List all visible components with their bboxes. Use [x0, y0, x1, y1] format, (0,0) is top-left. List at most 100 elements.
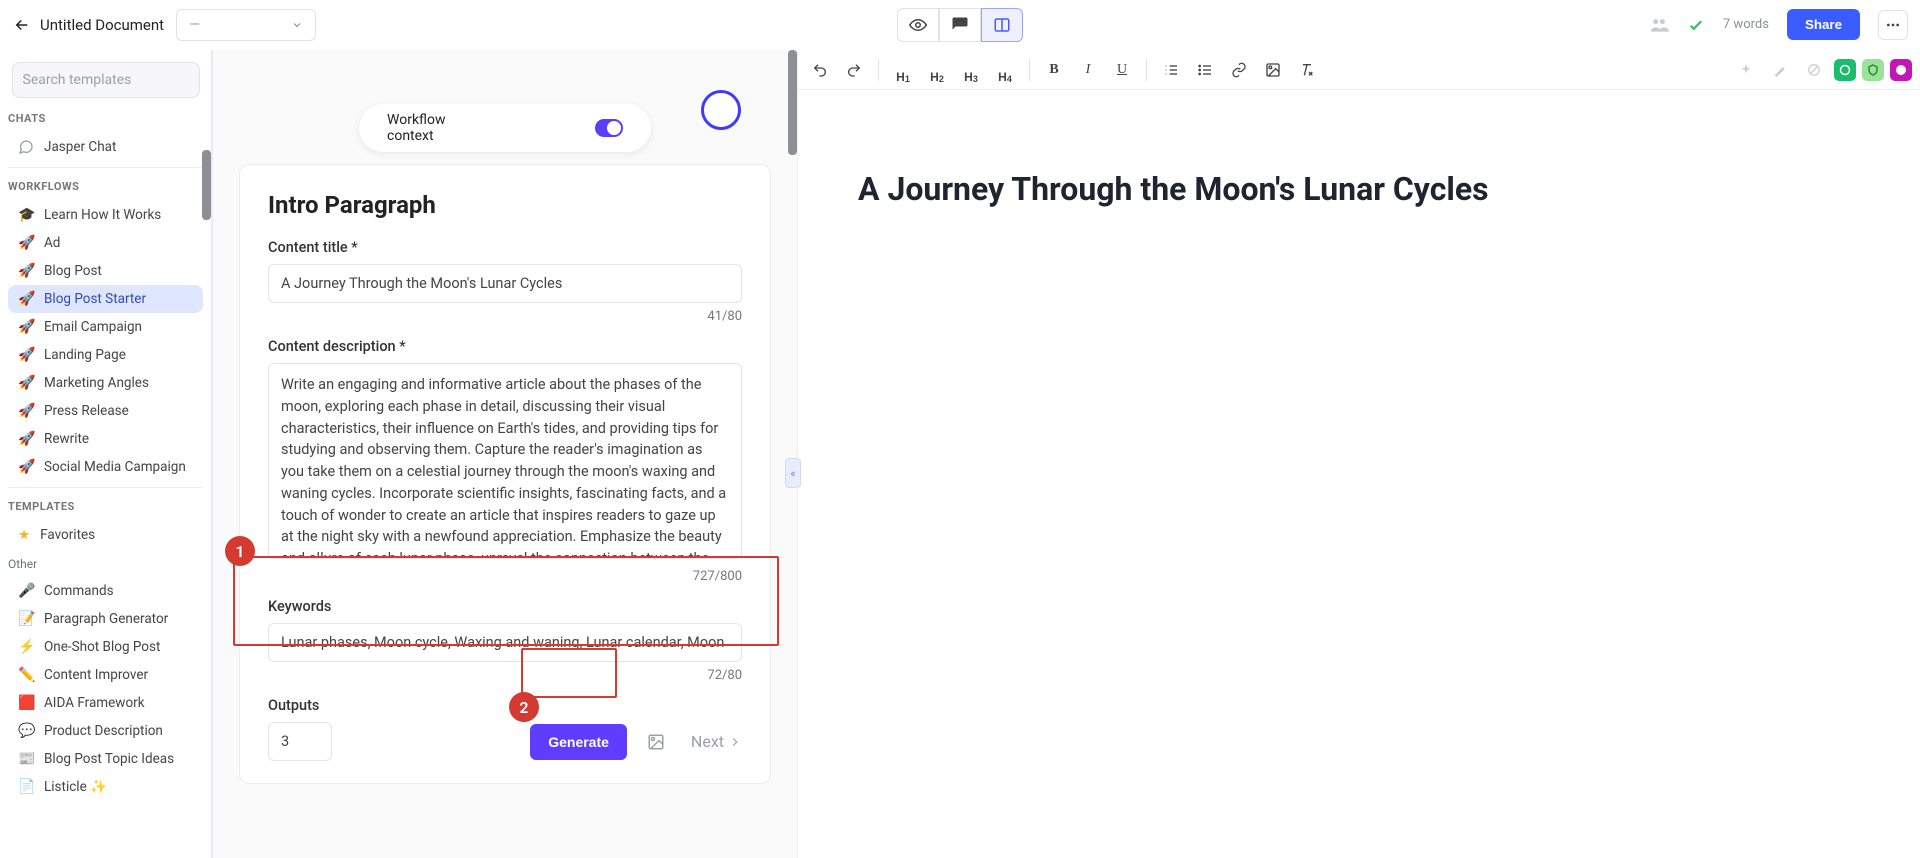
sidebar-item-listicle[interactable]: 📄Listicle ✨	[8, 773, 203, 801]
sidebar-item-improver[interactable]: ✏️Content Improver	[8, 661, 203, 689]
sidebar-scrollbar-thumb[interactable]	[202, 150, 211, 220]
h1-button[interactable]: H1	[889, 56, 917, 84]
sidebar-item-blogpost-starter[interactable]: 🚀Blog Post Starter	[8, 285, 203, 313]
sidebar-item-label: Product Description	[44, 723, 163, 739]
next-button[interactable]: Next	[691, 732, 742, 751]
jasper-chat-item[interactable]: Jasper Chat	[8, 133, 203, 161]
card-title: Intro Paragraph	[268, 191, 742, 219]
sidebar-item-label: Press Release	[44, 403, 129, 419]
plagiarism-chip[interactable]	[1862, 59, 1884, 81]
ordered-list-button[interactable]	[1157, 56, 1185, 84]
unordered-list-button[interactable]	[1191, 56, 1219, 84]
ai-tool-3[interactable]	[1800, 56, 1828, 84]
language-select[interactable]: —	[176, 9, 316, 41]
preview-mode-button[interactable]	[897, 8, 939, 42]
bolt-icon: ⚡	[18, 639, 34, 655]
picture-icon	[1265, 62, 1281, 78]
search-templates-input[interactable]: Search templates	[12, 62, 200, 98]
chevron-right-icon	[728, 735, 742, 749]
document-canvas[interactable]: A Journey Through the Moon's Lunar Cycle…	[798, 90, 1920, 858]
content-title-label: Content title *	[268, 239, 742, 256]
more-menu-button[interactable]	[1878, 10, 1908, 40]
workflows-section-label: WORKFLOWS	[8, 180, 203, 193]
ai-tool-1[interactable]	[1732, 56, 1760, 84]
underline-button[interactable]: U	[1108, 56, 1136, 84]
image-icon	[647, 733, 665, 751]
back-icon[interactable]	[12, 15, 32, 35]
sidebar-item-social[interactable]: 🚀Social Media Campaign	[8, 453, 203, 481]
sidebar-item-rewrite[interactable]: 🚀Rewrite	[8, 425, 203, 453]
sidebar-item-topic-ideas[interactable]: 📰Blog Post Topic Ideas	[8, 745, 203, 773]
sidebar-item-label: One-Shot Blog Post	[44, 639, 160, 655]
document-title[interactable]: Untitled Document	[40, 16, 164, 34]
collaborators-icon[interactable]	[1649, 15, 1669, 35]
generate-button[interactable]: Generate	[530, 724, 627, 760]
intro-paragraph-card: Intro Paragraph Content title * 41/80 Co…	[239, 164, 771, 784]
sidebar-item-favorites[interactable]: ★Favorites	[8, 521, 203, 549]
workflow-context-toggle[interactable]	[595, 119, 623, 137]
other-section-label: Other	[8, 557, 203, 571]
sidebar-item-ad[interactable]: 🚀 Ad	[8, 229, 203, 257]
sidebar-item-oneshot[interactable]: ⚡ One-Shot Blog Post	[8, 633, 203, 661]
clear-format-button[interactable]	[1293, 56, 1321, 84]
rocket-icon: 🚀	[18, 375, 34, 391]
content-title-input[interactable]	[268, 264, 742, 303]
step-avatar	[701, 90, 741, 130]
keywords-count: 72/80	[268, 668, 742, 683]
aida-icon: 🟥	[18, 695, 34, 711]
content-desc-label: Content description *	[268, 338, 742, 355]
italic-button[interactable]: I	[1074, 56, 1102, 84]
rocket-icon: 🚀	[18, 459, 34, 475]
share-button[interactable]: Share	[1787, 9, 1860, 40]
circle-slash-icon	[1807, 63, 1821, 77]
h2-button[interactable]: H2	[923, 56, 951, 84]
keywords-label: Keywords	[268, 598, 742, 615]
link-button[interactable]	[1225, 56, 1253, 84]
seo-chip[interactable]	[1890, 59, 1912, 81]
sidebar-item-label: Ad	[44, 235, 60, 251]
sidebar-item-product-desc[interactable]: 💬Product Description	[8, 717, 203, 745]
sidebar-item-label: Learn How It Works	[44, 207, 161, 223]
templates-section-label: TEMPLATES	[8, 500, 203, 513]
chat-mode-button[interactable]	[939, 8, 981, 42]
wand-icon	[1773, 63, 1787, 77]
sidebar-item-landing[interactable]: 🚀Landing Page	[8, 341, 203, 369]
rocket-icon: 🚀	[18, 431, 34, 447]
sidebar-item-learn[interactable]: 🎓Learn How It Works	[8, 201, 203, 229]
next-label: Next	[691, 732, 724, 751]
doc-icon: 📄	[18, 779, 34, 795]
ul-icon	[1197, 62, 1213, 78]
content-desc-input[interactable]	[268, 363, 742, 559]
panel-collapse-handle[interactable]: «	[785, 458, 801, 488]
image-button[interactable]	[1259, 56, 1287, 84]
sidebar-item-label: Content Improver	[44, 667, 148, 683]
sidebar-item-label: Email Campaign	[44, 319, 142, 335]
rephrase-icon-button[interactable]	[641, 727, 671, 757]
ai-tool-2[interactable]	[1766, 56, 1794, 84]
split-view-icon	[993, 16, 1011, 34]
saved-check-icon	[1687, 16, 1705, 34]
sidebar-item-label: AIDA Framework	[44, 695, 145, 711]
sidebar-item-marketing[interactable]: 🚀Marketing Angles	[8, 369, 203, 397]
sidebar-item-label: Blog Post Starter	[44, 291, 146, 307]
outputs-input[interactable]	[268, 722, 332, 761]
sparkle-icon	[1739, 63, 1753, 77]
bold-button[interactable]: B	[1040, 56, 1068, 84]
sidebar-item-blogpost[interactable]: 🚀Blog Post	[8, 257, 203, 285]
split-mode-button[interactable]	[981, 8, 1023, 42]
content-title-count: 41/80	[268, 309, 742, 324]
sidebar-item-paragraph-gen[interactable]: 📝Paragraph Generator	[8, 605, 203, 633]
h4-button[interactable]: H4	[991, 56, 1019, 84]
sidebar-item-commands[interactable]: 🎤Commands	[8, 577, 203, 605]
panel-scrollbar-thumb[interactable]	[788, 50, 797, 155]
sidebar-item-aida[interactable]: 🟥 AIDA Framework	[8, 689, 203, 717]
sidebar-item-press[interactable]: 🚀Press Release	[8, 397, 203, 425]
sidebar-item-email[interactable]: 🚀Email Campaign	[8, 313, 203, 341]
undo-button[interactable]	[806, 56, 834, 84]
grammarly-chip[interactable]	[1834, 59, 1856, 81]
rocket-icon: 🚀	[18, 235, 34, 251]
editor-panel: H1 H2 H3 H4 B I U	[798, 50, 1920, 858]
keywords-input[interactable]	[268, 623, 742, 662]
h3-button[interactable]: H3	[957, 56, 985, 84]
redo-button[interactable]	[840, 56, 868, 84]
